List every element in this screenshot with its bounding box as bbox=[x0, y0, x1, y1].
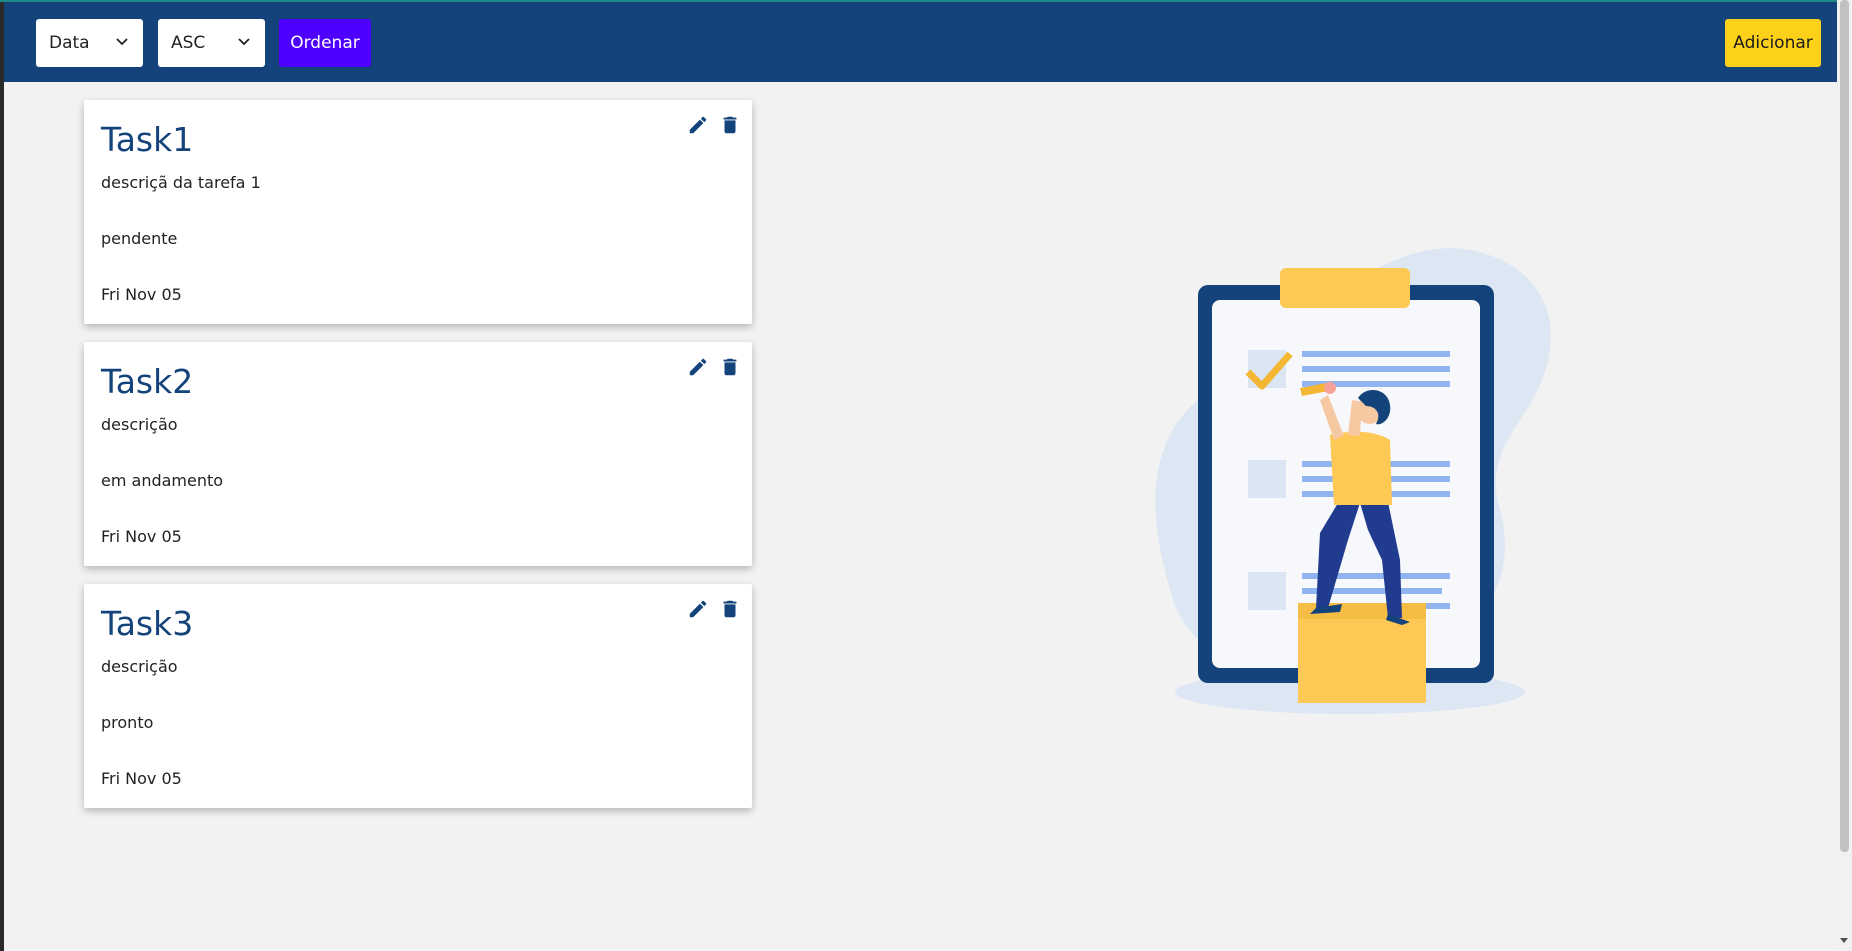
scrollbar[interactable] bbox=[1837, 0, 1852, 951]
checklist-illustration bbox=[1155, 248, 1551, 714]
chevron-down-icon bbox=[238, 38, 250, 46]
window-edge bbox=[0, 0, 4, 951]
scroll-down-arrow-icon[interactable] bbox=[1840, 938, 1848, 943]
trash-icon[interactable] bbox=[719, 114, 741, 136]
task-date: Fri Nov 05 bbox=[101, 527, 182, 546]
scrollbar-thumb[interactable] bbox=[1840, 0, 1849, 852]
chevron-down-icon bbox=[116, 38, 128, 46]
pencil-icon[interactable] bbox=[687, 598, 709, 620]
trash-icon[interactable] bbox=[719, 598, 741, 620]
order-button[interactable]: Ordenar bbox=[279, 19, 371, 67]
sort-field-value: Data bbox=[49, 33, 90, 53]
add-button[interactable]: Adicionar bbox=[1725, 19, 1821, 67]
task-date: Fri Nov 05 bbox=[101, 769, 182, 788]
task-status: pendente bbox=[101, 229, 178, 248]
task-title: Task2 bbox=[101, 362, 194, 401]
task-description: descrição bbox=[101, 415, 178, 434]
pencil-icon[interactable] bbox=[687, 356, 709, 378]
pencil-icon[interactable] bbox=[687, 114, 709, 136]
task-title: Task1 bbox=[101, 120, 194, 159]
task-date: Fri Nov 05 bbox=[101, 285, 182, 304]
task-title: Task3 bbox=[101, 604, 194, 643]
task-status: pronto bbox=[101, 713, 154, 732]
sort-order-value: ASC bbox=[171, 33, 206, 53]
task-card: Task1 descriçã da tarefa 1 pendente Fri … bbox=[84, 100, 752, 324]
task-description: descrição bbox=[101, 657, 178, 676]
task-description: descriçã da tarefa 1 bbox=[101, 173, 261, 192]
sort-order-select[interactable]: ASC bbox=[158, 19, 265, 67]
header-bar: Data ASC Ordenar Adicionar bbox=[4, 2, 1837, 82]
task-status: em andamento bbox=[101, 471, 224, 490]
task-card: Task2 descrição em andamento Fri Nov 05 bbox=[84, 342, 752, 566]
sort-field-select[interactable]: Data bbox=[36, 19, 143, 67]
task-card: Task3 descrição pronto Fri Nov 05 bbox=[84, 584, 752, 808]
trash-icon[interactable] bbox=[719, 356, 741, 378]
